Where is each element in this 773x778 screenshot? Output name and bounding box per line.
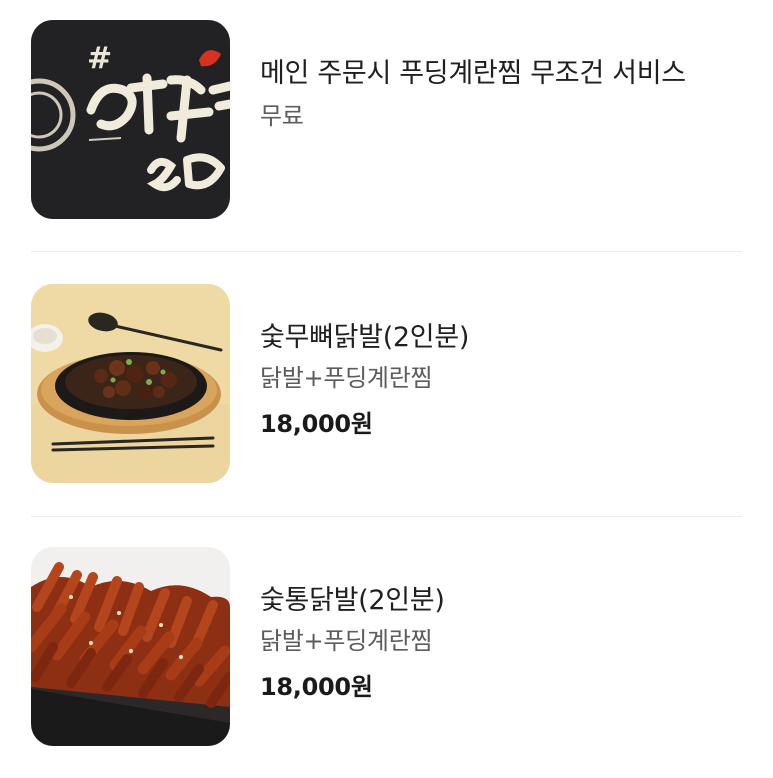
item-divider bbox=[31, 516, 742, 517]
menu-item-photo[interactable]: # bbox=[31, 20, 230, 219]
menu-item-free-service[interactable]: # 메인 주문시 푸딩계란찜 무조건 서비스 무료 bbox=[0, 20, 773, 219]
menu-list: # 메인 주문시 푸딩계란찜 무조건 서비스 무료 숯무뼈닭발(2인분) 닭발+… bbox=[0, 0, 773, 778]
menu-item-price: 무료 bbox=[260, 102, 304, 130]
menu-item-price: 18,000원 bbox=[260, 673, 373, 701]
menu-item-price: 18,000원 bbox=[260, 410, 373, 438]
menu-item-description: 닭발+푸딩계란찜 bbox=[260, 627, 433, 655]
menu-item-boneless-feet[interactable]: 숯무뼈닭발(2인분) 닭발+푸딩계란찜 18,000원 bbox=[0, 284, 773, 483]
menu-item-name: 메인 주문시 푸딩계란찜 무조건 서비스 bbox=[260, 58, 686, 89]
svg-text:#: # bbox=[87, 41, 112, 76]
menu-item-whole-feet[interactable]: 숯통닭발(2인분) 닭발+푸딩계란찜 18,000원 bbox=[0, 547, 773, 746]
boneless-chicken-feet-platter-photo bbox=[31, 284, 230, 483]
menu-item-info: 숯무뼈닭발(2인분) 닭발+푸딩계란찜 18,000원 bbox=[260, 317, 740, 442]
menu-item-photo[interactable] bbox=[31, 547, 230, 746]
menu-item-info: 숯통닭발(2인분) 닭발+푸딩계란찜 18,000원 bbox=[260, 580, 740, 705]
whole-chicken-feet-platter-photo bbox=[31, 547, 230, 746]
menu-item-name: 숯무뼈닭발(2인분) bbox=[260, 322, 470, 353]
item-divider bbox=[31, 251, 742, 252]
menu-item-photo[interactable] bbox=[31, 284, 230, 483]
restaurant-logo-photo: # bbox=[31, 20, 230, 219]
menu-item-description: 닭발+푸딩계란찜 bbox=[260, 364, 433, 392]
menu-item-name: 숯통닭발(2인분) bbox=[260, 585, 445, 616]
menu-item-info: 메인 주문시 푸딩계란찜 무조건 서비스 무료 bbox=[260, 53, 740, 134]
